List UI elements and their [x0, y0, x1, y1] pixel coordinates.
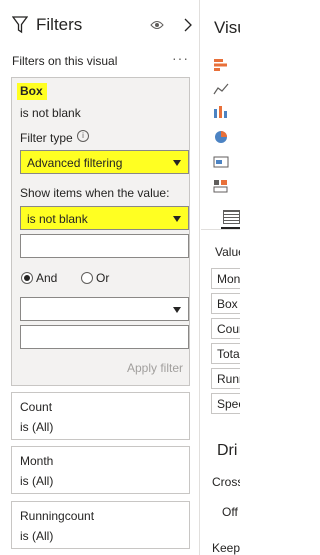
eye-icon[interactable]	[150, 19, 164, 31]
value-field-chip[interactable]: Spec	[211, 393, 240, 414]
show-items-label: Show items when the value:	[20, 186, 170, 200]
filter-field-name: Month	[20, 454, 54, 468]
filters-pane: Filters Filters on this visual ··· Box i…	[0, 0, 200, 555]
stacked-bar-chart-icon[interactable]	[213, 58, 229, 72]
value-field-chip[interactable]: Runn	[211, 368, 240, 389]
values-label: Value	[215, 245, 240, 259]
caret-down-icon	[173, 216, 181, 222]
filters-on-visual-label: Filters on this visual	[12, 54, 118, 68]
apply-filter-button[interactable]: Apply filter	[127, 361, 183, 375]
pie-chart-icon[interactable]	[213, 130, 229, 144]
more-options-button[interactable]: ···	[172, 50, 189, 66]
filter-field-name: Count	[20, 400, 53, 414]
filter-card-box[interactable]: Box is not blank Filter type i Advanced …	[11, 77, 190, 386]
filters-header: Filters	[10, 14, 194, 38]
filter-summary: is (All)	[20, 529, 54, 543]
filter-card-count[interactable]: Count is (All)	[11, 392, 190, 440]
or-label: Or	[96, 271, 110, 285]
filter-summary: is (All)	[20, 474, 54, 488]
fields-tab-icon[interactable]	[223, 210, 240, 224]
keep-filters-label: Keep	[212, 541, 240, 555]
caret-down-icon	[173, 160, 181, 166]
info-icon[interactable]: i	[77, 130, 89, 142]
card-visual-icon[interactable]	[213, 155, 229, 169]
condition-1-operator-dropdown[interactable]: is not blank	[20, 206, 189, 230]
value-field-chip[interactable]: Mont	[211, 268, 240, 289]
filter-summary: is not blank	[20, 106, 81, 120]
visualizations-title: Visu	[214, 18, 240, 37]
condition-2-operator-dropdown[interactable]	[20, 297, 189, 321]
value-field-chip[interactable]: Coun	[211, 318, 240, 339]
line-chart-icon[interactable]	[213, 82, 229, 96]
filter-card-month[interactable]: Month is (All)	[11, 446, 190, 494]
filter-funnel-icon	[12, 16, 28, 34]
filter-field-name: Box	[17, 83, 47, 100]
and-radio[interactable]	[21, 272, 33, 284]
caret-down-icon	[173, 307, 181, 313]
drill-through-title: Dri	[217, 442, 238, 459]
filter-type-value: Advanced filtering	[27, 156, 123, 170]
and-label: And	[36, 271, 58, 285]
value-field-chip[interactable]: Box	[211, 293, 240, 314]
filter-field-name: Runningcount	[20, 509, 95, 523]
condition-2-value-input[interactable]	[20, 325, 189, 349]
or-radio[interactable]	[81, 272, 93, 284]
condition-1-operator-value: is not blank	[27, 212, 88, 226]
off-toggle-label[interactable]: Off	[222, 505, 238, 519]
filter-card-runningcount[interactable]: Runningcount is (All)	[11, 501, 190, 549]
chevron-right-icon[interactable]	[182, 16, 194, 34]
condition-1-value-input[interactable]	[20, 234, 189, 258]
kpi-visual-icon[interactable]	[213, 179, 229, 193]
visualizations-pane: Visu Value Mont Box Coun Total Runn Spec…	[201, 0, 240, 555]
ribbon-chart-icon[interactable]	[213, 105, 229, 119]
value-field-chip[interactable]: Total	[211, 343, 240, 364]
filter-type-dropdown[interactable]: Advanced filtering	[20, 150, 189, 174]
tab-divider	[201, 229, 240, 230]
cross-report-label: Cross	[212, 475, 240, 489]
filters-title: Filters	[36, 15, 83, 34]
filter-type-label: Filter type	[20, 131, 73, 145]
filter-summary: is (All)	[20, 420, 54, 434]
